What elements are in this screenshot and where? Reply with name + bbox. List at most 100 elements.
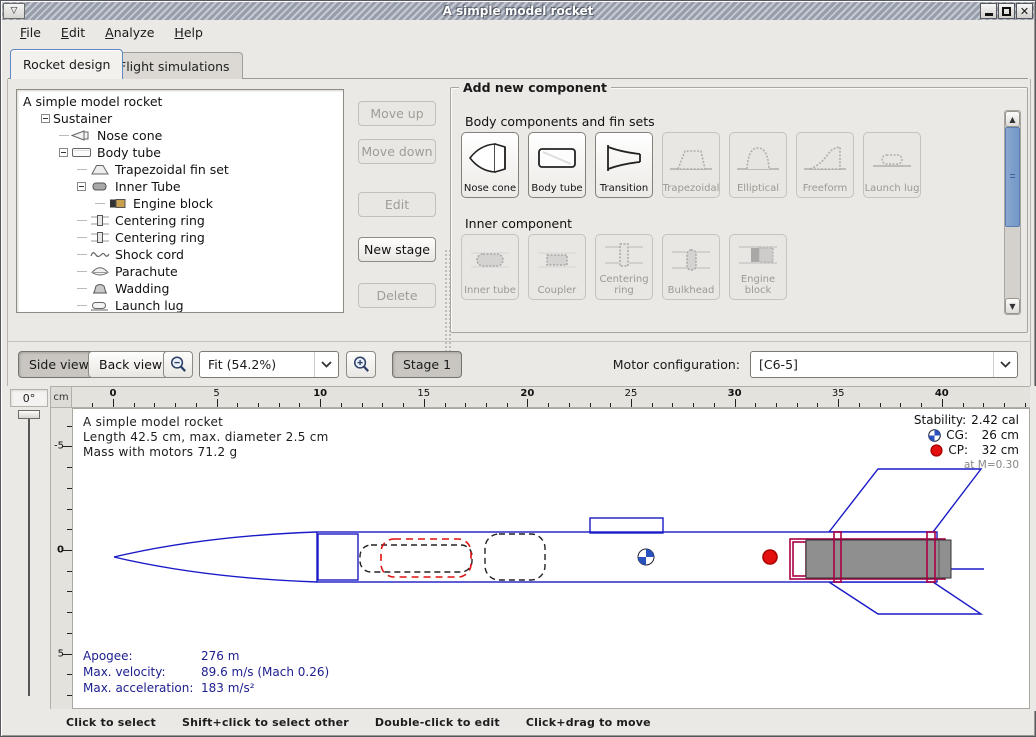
- tree-item-sustainer[interactable]: Sustainer: [17, 110, 343, 127]
- tree-connector: [95, 203, 105, 204]
- menu-item-edit[interactable]: Edit: [53, 22, 93, 43]
- rotation-slider-handle[interactable]: [18, 410, 40, 419]
- tree-item-body-tube[interactable]: Body tube: [17, 144, 343, 161]
- add-nose-cone-button[interactable]: Nose cone: [461, 132, 519, 198]
- ruler-tick: [63, 654, 72, 655]
- ruler-tick: [735, 399, 736, 407]
- tab-rocket-design[interactable]: Rocket design: [10, 49, 123, 79]
- freeform-icon: [802, 133, 848, 184]
- rotation-angle-field[interactable]: 0°: [10, 389, 48, 407]
- tab-label: Rocket design: [23, 57, 110, 72]
- ruler-tick: [134, 403, 135, 407]
- ruler-tick: [424, 399, 425, 407]
- magnifier-plus-icon: [352, 355, 371, 374]
- new-stage-button[interactable]: New stage: [358, 237, 436, 262]
- tree-item-engine-block[interactable]: Engine block: [17, 195, 343, 212]
- tree-expander-icon[interactable]: [41, 114, 50, 123]
- tree-item-centering-ring[interactable]: Centering ring: [17, 229, 343, 246]
- bulkhead-icon: [668, 235, 714, 286]
- component-tree[interactable]: A simple model rocketSustainerNose coneB…: [16, 89, 344, 313]
- status-hint: Click to select: [66, 716, 156, 729]
- motor-configuration-combobox[interactable]: [C6-5]: [750, 351, 1018, 378]
- stage-1-toggle[interactable]: Stage 1: [392, 351, 462, 378]
- menu-item-file[interactable]: File: [12, 22, 49, 43]
- add-trapezoidal-button[interactable]: Trapezoidal: [662, 132, 720, 198]
- add-bulkhead-button[interactable]: Bulkhead: [662, 234, 720, 300]
- menu-item-help[interactable]: Help: [166, 22, 211, 43]
- nose-cone-outline[interactable]: [114, 532, 317, 582]
- add-launch-lug-button[interactable]: Launch lug: [863, 132, 921, 198]
- edit-button[interactable]: Edit: [358, 192, 436, 217]
- ruler-tick: [320, 399, 321, 407]
- engineblock-icon: [735, 235, 781, 275]
- tab-flight-simulations[interactable]: Flight simulations: [106, 52, 243, 79]
- move-down-button[interactable]: Move down: [358, 139, 436, 164]
- component-panel-scrollbar[interactable]: ▲ ▼: [1004, 110, 1021, 315]
- add-transition-button[interactable]: Transition: [595, 132, 653, 198]
- zoom-out-button[interactable]: [163, 351, 193, 378]
- back-view-button[interactable]: Back view: [88, 351, 173, 378]
- centeringring-icon: [89, 214, 111, 227]
- scroll-down-icon[interactable]: ▼: [1005, 298, 1020, 314]
- scroll-up-icon[interactable]: ▲: [1005, 111, 1020, 127]
- add-elliptical-button[interactable]: Elliptical: [729, 132, 787, 198]
- ruler-label: -5: [54, 441, 64, 452]
- move-up-button[interactable]: Move up: [358, 101, 436, 126]
- ruler-tick: [983, 403, 984, 407]
- rocket-figure-area: 0° cm 0510152025303540 -505: [2, 386, 1036, 711]
- tree-item-inner-tube[interactable]: Inner Tube: [17, 178, 343, 195]
- add-engine-block-button[interactable]: Engine block: [729, 234, 787, 300]
- scrollbar-thumb[interactable]: [1005, 127, 1020, 227]
- tree-expander-icon[interactable]: [77, 182, 86, 191]
- maximize-button[interactable]: [998, 3, 1015, 19]
- ruler-tick: [196, 403, 197, 407]
- mach-note: at M=0.30: [964, 458, 1019, 473]
- add-freeform-button[interactable]: Freeform: [796, 132, 854, 198]
- zoom-in-button[interactable]: [346, 351, 376, 378]
- status-hint: Click+drag to move: [526, 716, 651, 729]
- add-coupler-button[interactable]: Coupler: [528, 234, 586, 300]
- tree-item-launch-lug[interactable]: Launch lug: [17, 297, 343, 313]
- fin-top[interactable]: [829, 469, 981, 532]
- title-bar[interactable]: ▽ A simple model rocket ✕: [2, 2, 1034, 20]
- horizontal-ruler: 0510152025303540: [72, 386, 1030, 408]
- centeringring-icon: [89, 231, 111, 244]
- flight-row: Max. acceleration:183 m/s²: [83, 680, 329, 696]
- tree-item-nose-cone[interactable]: Nose cone: [17, 127, 343, 144]
- tree-item-trapezoidal-fin-set[interactable]: Trapezoidal fin set: [17, 161, 343, 178]
- ruler-tick: [652, 403, 653, 407]
- rocket-drawing[interactable]: A simple model rocketLength 42.5 cm, max…: [72, 408, 1030, 709]
- window-menu-icon[interactable]: ▽: [3, 3, 25, 19]
- delete-button[interactable]: Delete: [358, 283, 436, 308]
- tree-item-wadding[interactable]: Wadding: [17, 280, 343, 297]
- tree-item-centering-ring[interactable]: Centering ring: [17, 212, 343, 229]
- rotation-slider[interactable]: [14, 410, 44, 702]
- vertical-ruler: -505: [50, 408, 72, 709]
- add-body-tube-button[interactable]: Body tube: [528, 132, 586, 198]
- add-inner-tube-button[interactable]: Inner tube: [461, 234, 519, 300]
- flight-value: 276 m: [201, 648, 239, 664]
- ruler-label: 30: [728, 388, 742, 399]
- rotation-slider-track[interactable]: [28, 414, 30, 696]
- ruler-label: 5: [213, 388, 219, 399]
- tree-item-parachute[interactable]: Parachute: [17, 263, 343, 280]
- innertube-icon: [467, 235, 513, 286]
- tree-connector: [77, 220, 87, 221]
- tree-item-shock-cord[interactable]: Shock cord: [17, 246, 343, 263]
- button-label: Bulkhead: [668, 286, 715, 297]
- fin-bottom[interactable]: [829, 582, 981, 614]
- close-button[interactable]: ✕: [1016, 3, 1033, 19]
- motor-body[interactable]: [806, 540, 951, 578]
- minimize-button[interactable]: [980, 3, 997, 19]
- scrollbar-track[interactable]: [1005, 227, 1020, 298]
- menu-item-analyze[interactable]: Analyze: [97, 22, 162, 43]
- tree-expander-icon[interactable]: [59, 148, 68, 157]
- ruler-tick: [258, 403, 259, 407]
- tree-root[interactable]: A simple model rocket: [17, 93, 343, 110]
- parachute-icon: [89, 265, 111, 278]
- add-centering-ring-button[interactable]: Centering ring: [595, 234, 653, 300]
- window-title: A simple model rocket: [2, 4, 1034, 18]
- zoom-level-combobox[interactable]: Fit (54.2%): [199, 351, 339, 378]
- launch-lug-outline[interactable]: [590, 518, 663, 533]
- innertube-icon: [89, 180, 111, 193]
